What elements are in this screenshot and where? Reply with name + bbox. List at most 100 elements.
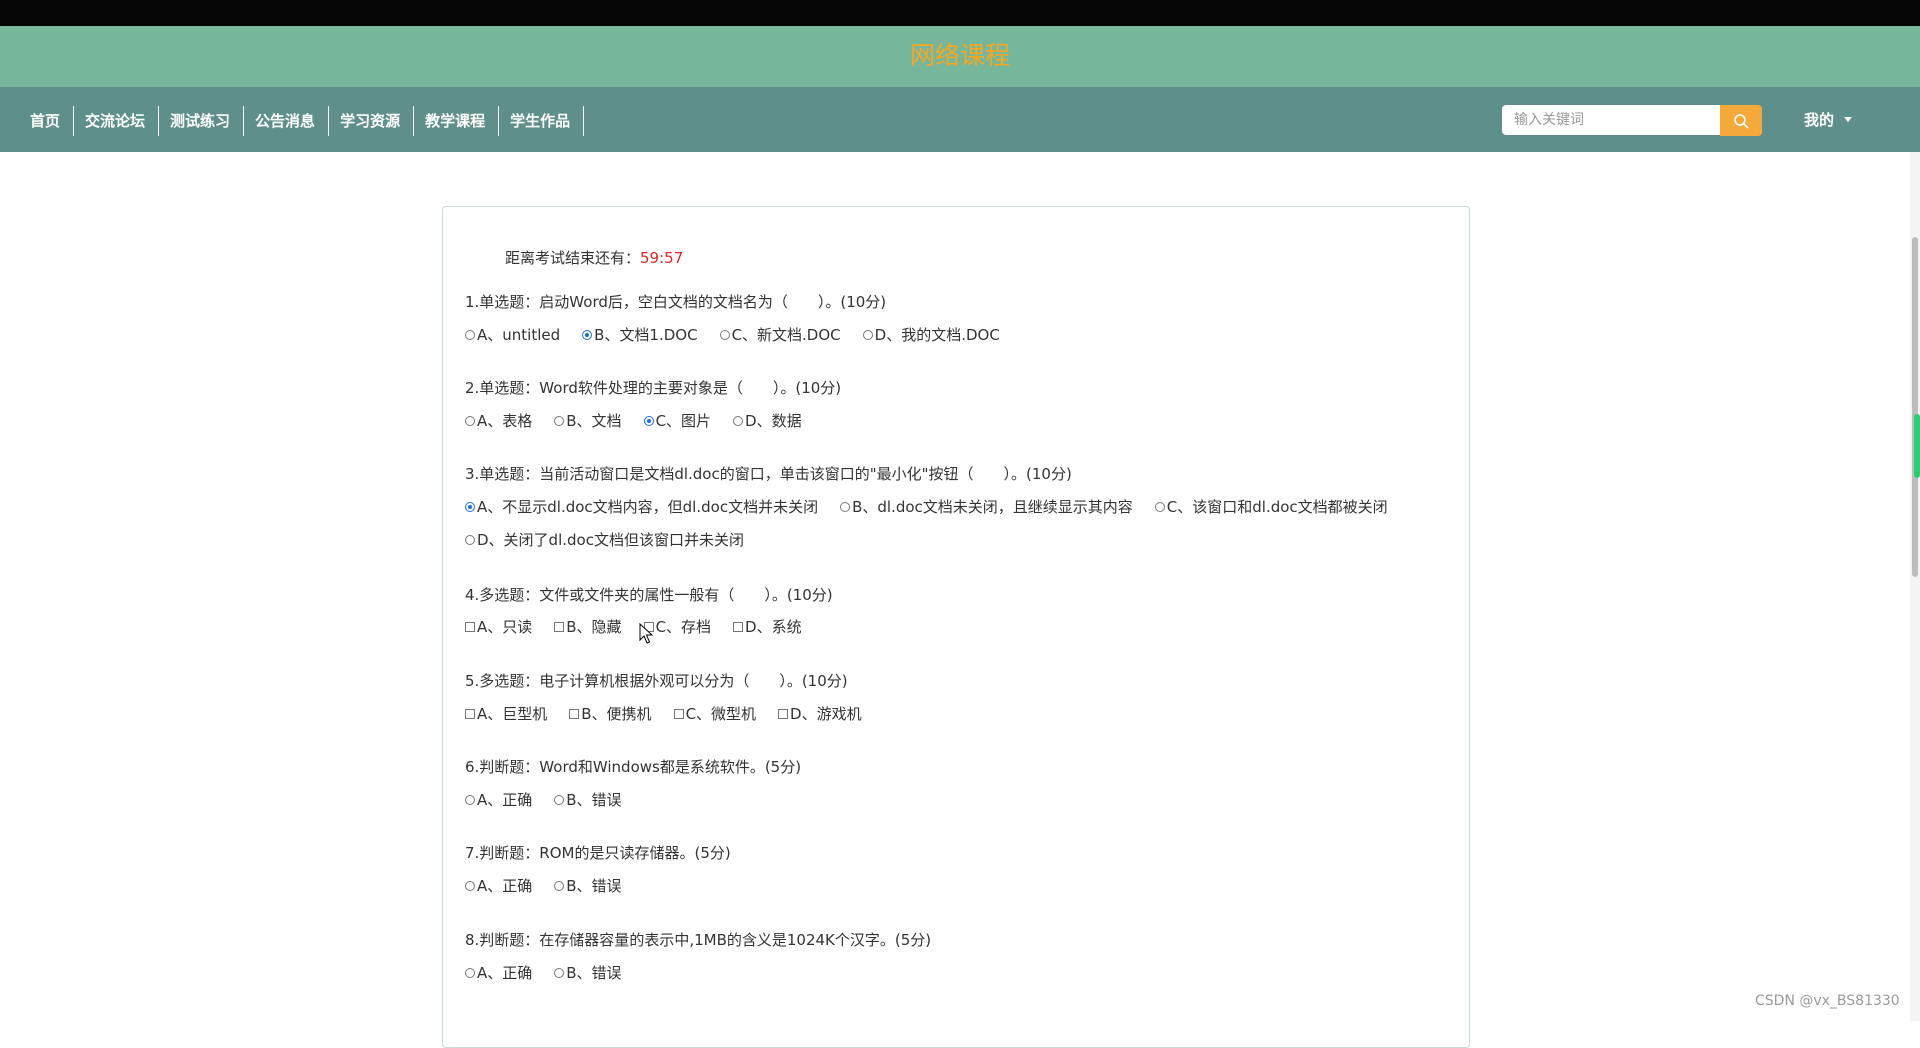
question-7-text: 7.判断题：ROM的是只读存储器。(5分) — [465, 844, 731, 862]
nav-item-resources[interactable]: 学习资源 — [329, 106, 415, 136]
option-label: B、错误 — [566, 964, 622, 982]
radio-button[interactable] — [465, 880, 475, 891]
radio-button-checked[interactable] — [465, 501, 475, 512]
q5-option-b[interactable]: B、便携机 — [569, 703, 652, 724]
radio-button[interactable] — [465, 967, 475, 978]
q7-option-b[interactable]: B、错误 — [554, 875, 622, 896]
checkbox[interactable] — [733, 621, 744, 632]
option-label: B、dl.doc文档未关闭，且继续显示其内容 — [852, 498, 1133, 516]
q6-option-a[interactable]: A、正确 — [465, 789, 532, 810]
question-6-options: A、正确 B、错误 — [465, 789, 622, 810]
timer-label: 距离考试结束还有： — [505, 249, 641, 267]
radio-button[interactable] — [719, 329, 730, 340]
option-label: A、正确 — [477, 877, 533, 895]
option-label: B、便携机 — [581, 705, 652, 723]
option-label: D、关闭了dl.doc文档但该窗口并未关闭 — [477, 531, 744, 549]
q5-option-a[interactable]: A、巨型机 — [465, 703, 547, 724]
option-label: C、新文档.DOC — [731, 326, 841, 344]
q2-option-c[interactable]: C、图片 — [643, 410, 712, 431]
q4-option-a[interactable]: A、只读 — [465, 616, 532, 637]
q3-option-a[interactable]: A、不显示dl.doc文档内容，但dl.doc文档并未关闭 — [465, 496, 818, 517]
question-3-options-row2: D、关闭了dl.doc文档但该窗口并未关闭 — [465, 529, 744, 550]
radio-button-checked[interactable] — [643, 415, 654, 426]
checkbox[interactable] — [554, 621, 565, 632]
radio-button[interactable] — [554, 967, 565, 978]
nav-menu: 首页 交流论坛 测试练习 公告消息 学习资源 教学课程 学生作品 — [20, 106, 585, 136]
nav-item-courses[interactable]: 教学课程 — [414, 106, 500, 136]
q8-option-a[interactable]: A、正确 — [465, 962, 532, 983]
option-label: C、该窗口和dl.doc文档都被关闭 — [1166, 498, 1388, 516]
radio-button[interactable] — [465, 794, 475, 805]
site-banner: 网络课程 — [0, 26, 1920, 87]
browser-top-bar — [0, 0, 1920, 26]
question-4-text: 4.多选题：文件或文件夹的属性一般有（ ）。(10分) — [465, 586, 833, 604]
search-box — [1502, 105, 1762, 136]
radio-button-checked[interactable] — [582, 329, 593, 340]
q7-option-a[interactable]: A、正确 — [465, 875, 532, 896]
q5-option-d[interactable]: D、游戏机 — [778, 703, 862, 724]
option-label: B、错误 — [566, 877, 622, 895]
option-label: C、存档 — [655, 618, 712, 636]
q1-option-b[interactable]: B、文档1.DOC — [582, 324, 698, 345]
q3-option-c[interactable]: C、该窗口和dl.doc文档都被关闭 — [1154, 496, 1388, 517]
option-label: C、图片 — [655, 412, 712, 430]
page-scrollbar[interactable] — [1910, 152, 1920, 1021]
q1-option-c[interactable]: C、新文档.DOC — [719, 324, 841, 345]
q4-option-c[interactable]: C、存档 — [643, 616, 712, 637]
search-icon — [1734, 113, 1749, 128]
q3-option-d[interactable]: D、关闭了dl.doc文档但该窗口并未关闭 — [465, 529, 744, 550]
q3-option-b[interactable]: B、dl.doc文档未关闭，且继续显示其内容 — [840, 496, 1133, 517]
q2-option-d[interactable]: D、数据 — [733, 410, 802, 431]
option-label: A、只读 — [477, 618, 533, 636]
checkbox[interactable] — [569, 708, 580, 719]
radio-button[interactable] — [733, 415, 744, 426]
checkbox[interactable] — [465, 621, 475, 632]
option-label: A、巨型机 — [477, 705, 548, 723]
radio-button[interactable] — [840, 501, 851, 512]
checkbox[interactable] — [673, 708, 684, 719]
q2-option-a[interactable]: A、表格 — [465, 410, 532, 431]
q8-option-b[interactable]: B、错误 — [554, 962, 622, 983]
q1-option-d[interactable]: D、我的文档.DOC — [862, 324, 1000, 345]
question-7-options: A、正确 B、错误 — [465, 875, 622, 896]
nav-item-notices[interactable]: 公告消息 — [244, 106, 330, 136]
radio-button[interactable] — [554, 415, 565, 426]
checkbox[interactable] — [778, 708, 789, 719]
question-2-text: 2.单选题：Word软件处理的主要对象是（ ）。(10分) — [465, 379, 842, 397]
radio-button[interactable] — [554, 794, 565, 805]
question-5-text: 5.多选题：电子计算机根据外观可以分为（ ）。(10分) — [465, 672, 848, 690]
nav-item-works[interactable]: 学生作品 — [499, 106, 585, 136]
search-button[interactable] — [1720, 105, 1762, 136]
side-indicator — [1914, 414, 1920, 478]
search-input[interactable] — [1502, 105, 1720, 135]
radio-button[interactable] — [862, 329, 873, 340]
question-6-text: 6.判断题：Word和Windows都是系统软件。(5分) — [465, 758, 802, 776]
q4-option-d[interactable]: D、系统 — [733, 616, 802, 637]
radio-button[interactable] — [465, 534, 475, 545]
timer-value: 59:57 — [640, 249, 684, 267]
radio-button[interactable] — [554, 880, 565, 891]
option-label: A、表格 — [477, 412, 533, 430]
q6-option-b[interactable]: B、错误 — [554, 789, 622, 810]
user-menu[interactable]: 我的 — [1804, 109, 1853, 130]
option-label: C、微型机 — [685, 705, 757, 723]
q4-option-b[interactable]: B、隐藏 — [554, 616, 622, 637]
scrollbar-thumb[interactable] — [1912, 237, 1918, 577]
option-label: B、文档1.DOC — [594, 326, 698, 344]
radio-button[interactable] — [465, 329, 475, 340]
nav-item-home[interactable]: 首页 — [20, 106, 75, 136]
option-label: A、正确 — [477, 964, 533, 982]
nav-item-tests[interactable]: 测试练习 — [159, 106, 245, 136]
checkbox[interactable] — [465, 708, 475, 719]
question-8-options: A、正确 B、错误 — [465, 962, 622, 983]
radio-button[interactable] — [1154, 501, 1165, 512]
q5-option-c[interactable]: C、微型机 — [673, 703, 757, 724]
question-1-text: 1.单选题：启动Word后，空白文档的文档名为（ ）。(10分) — [465, 293, 887, 311]
radio-button[interactable] — [465, 415, 475, 426]
option-label: A、正确 — [477, 791, 533, 809]
nav-item-forum[interactable]: 交流论坛 — [74, 106, 160, 136]
question-1-options: A、untitled B、文档1.DOC C、新文档.DOC D、我的文档.DO… — [465, 324, 1000, 345]
option-label: D、游戏机 — [790, 705, 862, 723]
q2-option-b[interactable]: B、文档 — [554, 410, 622, 431]
q1-option-a[interactable]: A、untitled — [465, 324, 560, 345]
